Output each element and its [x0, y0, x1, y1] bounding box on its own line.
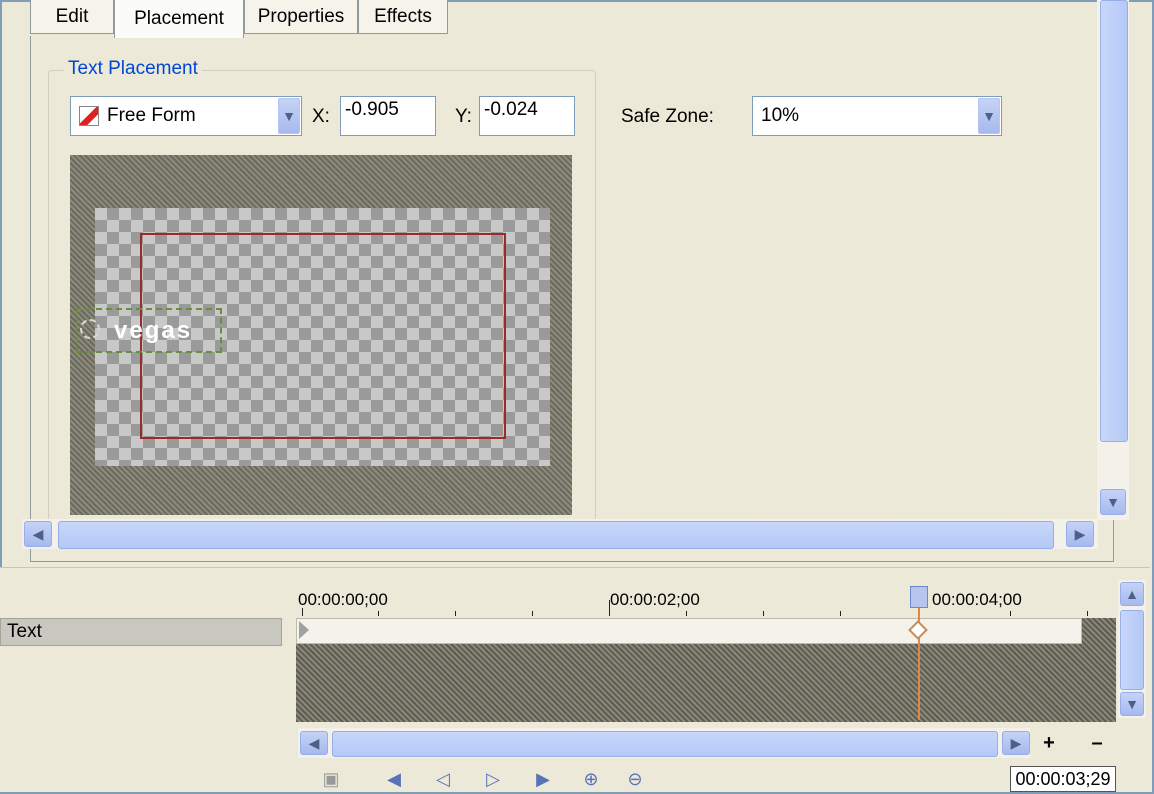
scroll-right-icon[interactable]: ▶ [1002, 731, 1030, 755]
start-keyframe-icon[interactable] [299, 621, 309, 639]
group-title: Text Placement [64, 58, 202, 80]
placement-mode-select[interactable]: Free Form ▼ [70, 96, 302, 136]
scroll-down-icon[interactable]: ▼ [1120, 692, 1144, 716]
x-label: X: [312, 106, 330, 127]
last-keyframe-icon[interactable]: ▶ [532, 768, 554, 790]
scroll-right-icon[interactable]: ▶ [1066, 521, 1094, 547]
ruler-tick [532, 611, 533, 616]
ruler-label: 00:00:04;00 [932, 590, 1022, 609]
ruler-label: 00:00:00;00 [298, 590, 388, 609]
placement-mode-value: Free Form [107, 105, 196, 126]
timeline-vertical-thumb[interactable] [1120, 610, 1144, 690]
keyframe-track[interactable] [296, 618, 1082, 644]
scroll-down-icon[interactable]: ▼ [1100, 489, 1126, 515]
free-form-icon [79, 106, 99, 126]
tab-effects[interactable]: Effects [358, 0, 448, 34]
ruler-label: 00:00:02;00 [610, 590, 700, 609]
ruler-tick [840, 611, 841, 616]
ruler-tick [302, 608, 303, 616]
previous-keyframe-icon[interactable]: ◁ [432, 768, 454, 790]
track-list [0, 578, 296, 792]
delete-keyframe-icon[interactable]: ⊖ [624, 768, 646, 790]
ruler-tick [763, 611, 764, 616]
scroll-left-icon[interactable]: ◀ [300, 731, 328, 755]
playhead-handle[interactable] [910, 586, 928, 608]
playhead [918, 594, 920, 720]
x-field[interactable]: -0.905 [340, 96, 436, 136]
lock-icon[interactable]: ▣ [320, 768, 342, 790]
y-label: Y: [455, 106, 472, 127]
zoom-in-icon[interactable]: + [1036, 731, 1062, 755]
ruler-tick [1087, 611, 1088, 616]
add-keyframe-icon[interactable]: ⊕ [580, 768, 602, 790]
safe-zone-select[interactable]: 10% ▼ [752, 96, 1002, 136]
tab-properties[interactable]: Properties [244, 0, 358, 34]
first-keyframe-icon[interactable]: ◀ [383, 768, 405, 790]
ruler-tick [455, 611, 456, 616]
chevron-down-icon[interactable]: ▼ [278, 98, 300, 134]
horizontal-scroll-thumb[interactable] [58, 521, 1054, 549]
tab-placement[interactable]: Placement [114, 0, 244, 38]
track-label-text[interactable]: Text [0, 618, 282, 646]
safe-zone-value: 10% [761, 105, 800, 126]
timeline-horizontal-thumb[interactable] [332, 731, 998, 757]
tab-edit[interactable]: Edit [30, 0, 114, 34]
next-keyframe-icon[interactable]: ▷ [482, 768, 504, 790]
zoom-out-icon[interactable]: – [1084, 731, 1110, 755]
y-field[interactable]: -0.024 [479, 96, 575, 136]
timecode-field[interactable]: 00:00:03;29 [1010, 766, 1116, 792]
rotate-handle-icon[interactable] [80, 319, 100, 339]
ruler-tick [686, 611, 687, 616]
scroll-left-icon[interactable]: ◀ [24, 521, 52, 547]
ruler-tick [1010, 611, 1011, 616]
scroll-up-icon[interactable]: ▲ [1120, 582, 1144, 606]
chevron-down-icon[interactable]: ▼ [978, 98, 1000, 134]
safe-zone-label: Safe Zone: [621, 106, 714, 127]
ruler-tick [609, 600, 610, 616]
ruler-tick [378, 611, 379, 616]
vertical-scroll-thumb[interactable] [1100, 0, 1128, 442]
